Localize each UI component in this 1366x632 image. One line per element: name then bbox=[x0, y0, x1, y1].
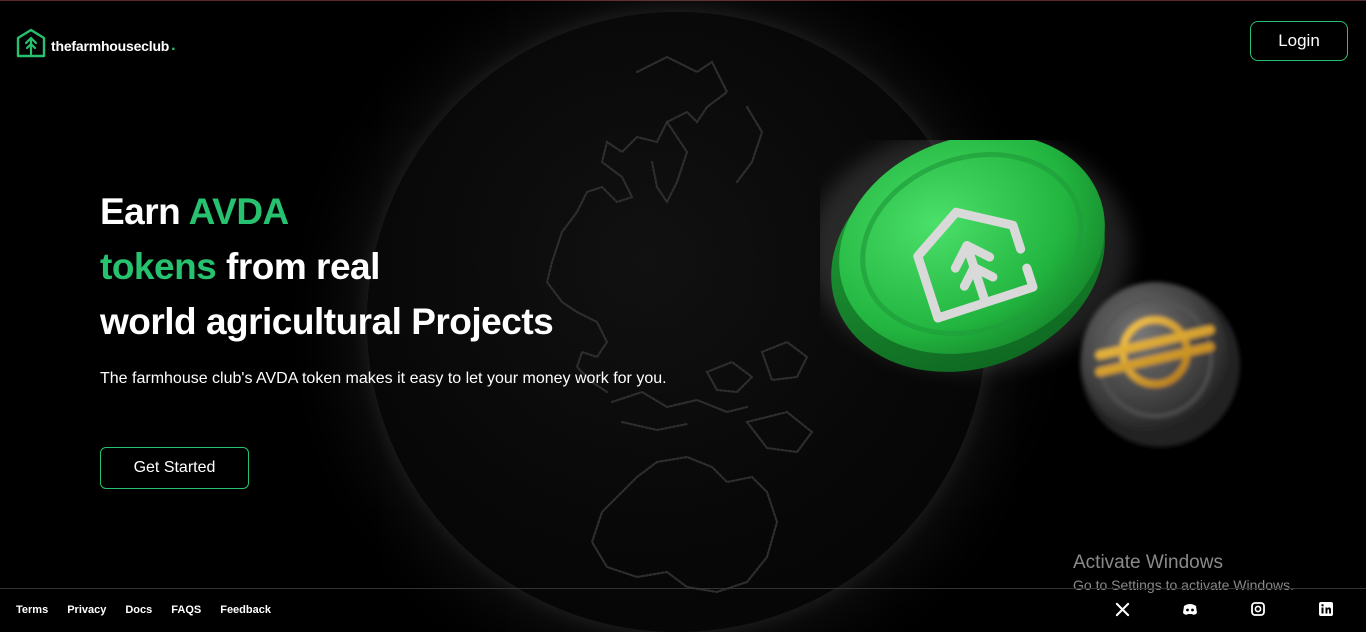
discord-icon[interactable] bbox=[1182, 601, 1198, 617]
hero-title-part1: Earn bbox=[100, 191, 189, 232]
footer-link-privacy[interactable]: Privacy bbox=[67, 604, 106, 616]
brand-name: thefarmhouseclub bbox=[51, 37, 170, 54]
hero-title: Earn AVDA tokens from real world agricul… bbox=[100, 184, 554, 349]
login-button[interactable]: Login bbox=[1250, 21, 1348, 61]
coins-illustration bbox=[810, 130, 1250, 475]
hero-title-part2: from real bbox=[216, 246, 380, 287]
top-border bbox=[0, 0, 1366, 1]
hero-subtitle: The farmhouse club's AVDA token makes it… bbox=[100, 370, 667, 387]
activate-windows-title: Activate Windows bbox=[1073, 552, 1223, 573]
x-icon[interactable] bbox=[1114, 601, 1130, 617]
footer-divider bbox=[0, 588, 1366, 589]
hero-title-accent2: tokens bbox=[100, 246, 217, 287]
footer-link-docs[interactable]: Docs bbox=[125, 604, 152, 616]
footer-link-feedback[interactable]: Feedback bbox=[220, 604, 271, 616]
farmhouse-logo-icon bbox=[16, 28, 46, 63]
footer-links: Terms Privacy Docs FAQS Feedback bbox=[16, 604, 290, 616]
get-started-button[interactable]: Get Started bbox=[100, 447, 249, 489]
silver-coin bbox=[1080, 282, 1240, 447]
linkedin-icon[interactable] bbox=[1318, 601, 1334, 617]
instagram-icon[interactable] bbox=[1250, 601, 1266, 617]
hero-title-accent1: AVDA bbox=[188, 191, 290, 232]
hero-title-line3: world agricultural Projects bbox=[100, 301, 554, 342]
activate-windows-subtitle: Go to Settings to activate Windows. bbox=[1073, 577, 1294, 593]
footer-link-terms[interactable]: Terms bbox=[16, 604, 48, 616]
brand-dot: . bbox=[171, 36, 176, 54]
footer-link-faqs[interactable]: FAQS bbox=[171, 604, 201, 616]
brand-logo[interactable]: thefarmhouseclub. bbox=[16, 28, 176, 63]
